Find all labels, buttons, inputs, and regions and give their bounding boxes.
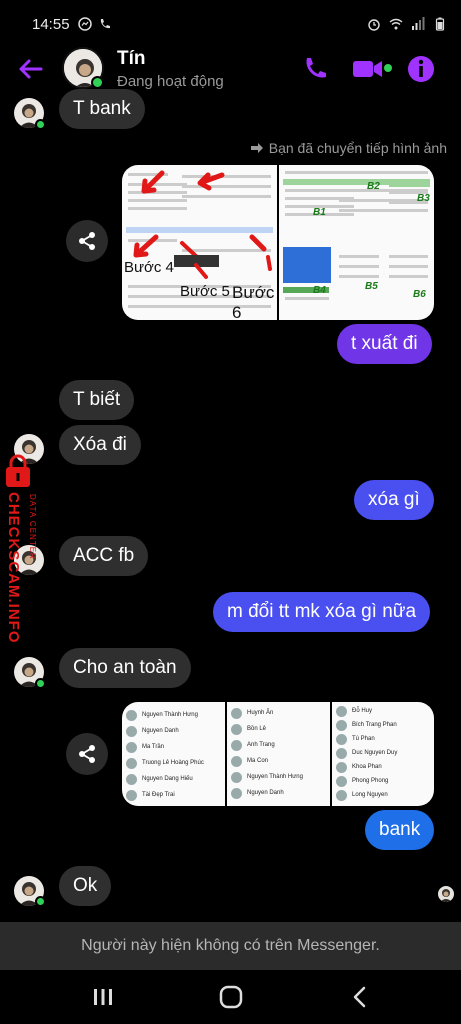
system-nav-bar <box>0 970 461 1024</box>
contact-name-item: Ma Con <box>247 758 269 764</box>
image-tile[interactable]: B1 B2 B3 B4 B5 B6 <box>279 165 434 320</box>
back-nav-icon[interactable] <box>345 983 375 1011</box>
status-time: 14:55 <box>32 15 70 33</box>
step-label: Bước 5 <box>180 283 230 300</box>
seen-receipt-avatar <box>438 886 454 902</box>
signal-icon <box>412 17 425 30</box>
status-bar: 14:55 <box>0 0 461 48</box>
contact-status: Đang hoạt động <box>117 73 224 90</box>
chat-header: Tín Đang hoạt động <box>0 42 461 96</box>
contact-name-item: Bích Trang Phan <box>352 722 397 728</box>
battery-icon <box>435 17 445 31</box>
online-indicator <box>35 678 46 689</box>
watermark-brand: CHECKSCAM.INFO <box>5 492 22 644</box>
message-bubble-sent[interactable]: xóa gì <box>354 480 434 520</box>
share-icon <box>79 745 95 763</box>
forward-label: Bạn đã chuyển tiếp hình ảnh <box>250 140 447 156</box>
avatar-image <box>440 889 452 902</box>
step-tag: B4 <box>313 285 326 296</box>
contact-name-item: Nguyen Thành Hưng <box>247 774 303 780</box>
image-tile[interactable]: Bước 4 Bước 5 Bước 6 <box>122 165 277 320</box>
video-call-icon[interactable] <box>352 54 386 84</box>
forward-text: Bạn đã chuyển tiếp hình ảnh <box>268 140 447 156</box>
contact-name-item: Nguyen Danh <box>142 728 179 734</box>
info-icon[interactable] <box>406 54 436 84</box>
contact-name-item: Nguyen Thành Hưng <box>142 712 198 718</box>
phone-call-icon[interactable] <box>300 54 330 84</box>
back-arrow-icon[interactable] <box>16 54 46 84</box>
image-tile[interactable]: Đỗ Huy Bích Trang Phan Tú Phan Duc Nguye… <box>332 702 434 806</box>
contact-name-item: Truong Lê Hoàng Phúc <box>142 760 204 766</box>
contact-name-item: Đỗ Huy <box>352 708 373 714</box>
contact-name-item: Duc Nguyen Duy <box>352 750 398 756</box>
online-indicator <box>35 896 46 907</box>
online-indicator <box>91 76 104 89</box>
image-attachment-group[interactable]: Bước 4 Bước 5 Bước 6 B1 B2 B3 B4 B5 B6 <box>122 165 434 320</box>
image-attachment-group[interactable]: Nguyen Thành Hưng Nguyen Danh Ma Trần Tr… <box>122 702 434 806</box>
online-indicator <box>35 119 46 130</box>
messenger-icon <box>77 17 92 31</box>
alarm-icon <box>368 19 380 31</box>
contact-name-item: Huynh Ân <box>247 710 274 716</box>
contact-name-item: Khoa Phan <box>352 764 382 770</box>
illustration <box>283 247 331 283</box>
contact-name-item: Phong Phong <box>352 778 389 784</box>
forward-icon <box>250 143 263 153</box>
wifi-icon <box>389 18 403 30</box>
step-tag: B3 <box>417 193 430 204</box>
watermark: CHECKSCAM.INFO DATA CENTER <box>0 452 44 652</box>
lock-icon <box>6 454 30 487</box>
message-bubble-received[interactable]: T bank <box>59 89 145 129</box>
unavailable-notice: Người này hiện không có trên Messenger. <box>0 922 461 970</box>
step-label: Bước 4 <box>124 259 174 276</box>
message-bubble-sent[interactable]: m đổi tt mk xóa gì nữa <box>213 592 431 632</box>
contact-name-item: Bồn Lê <box>247 726 267 732</box>
contact-name-item: Tài Đẹp Trai <box>142 792 175 798</box>
share-button[interactable] <box>66 733 108 775</box>
message-bubble-received[interactable]: Ok <box>59 866 112 906</box>
share-icon <box>79 232 95 250</box>
contact-name-item: Tú Phan <box>352 736 375 742</box>
share-button[interactable] <box>66 220 108 262</box>
video-active-dot <box>383 63 393 73</box>
contact-name-item: Anh Trang <box>247 742 275 748</box>
step-tag: B6 <box>413 289 426 300</box>
step-tag: B2 <box>367 181 380 192</box>
image-tile[interactable]: Nguyen Thành Hưng Nguyen Danh Ma Trần Tr… <box>122 702 225 806</box>
contact-name-item: Nguyen Dang Hiếu <box>142 776 193 782</box>
contact-name[interactable]: Tín <box>117 48 146 70</box>
step-label: Bước 6 <box>232 283 275 320</box>
contact-name-item: Ma Trần <box>142 744 165 750</box>
message-bubble-received[interactable]: T biết <box>59 380 135 420</box>
phone-icon <box>100 19 110 29</box>
message-bubble-sent[interactable]: bank <box>365 810 435 850</box>
home-icon[interactable] <box>216 983 246 1011</box>
contact-name-item: Nguyen Danh <box>247 790 284 796</box>
message-bubble-received[interactable]: Xóa đi <box>59 425 141 465</box>
contact-name-item: Long Nguyen <box>352 792 388 798</box>
recent-apps-icon[interactable] <box>88 983 118 1011</box>
watermark-sub: DATA CENTER <box>28 494 37 560</box>
message-bubble-sent[interactable]: t xuất đi <box>337 324 432 364</box>
message-bubble-received[interactable]: ACC fb <box>59 536 149 576</box>
image-tile[interactable]: Huynh Ân Bồn Lê Anh Trang Ma Con Nguyen … <box>227 702 330 806</box>
message-bubble-received[interactable]: Cho an toàn <box>59 648 191 688</box>
step-tag: B1 <box>313 207 326 218</box>
step-tag: B5 <box>365 281 378 292</box>
